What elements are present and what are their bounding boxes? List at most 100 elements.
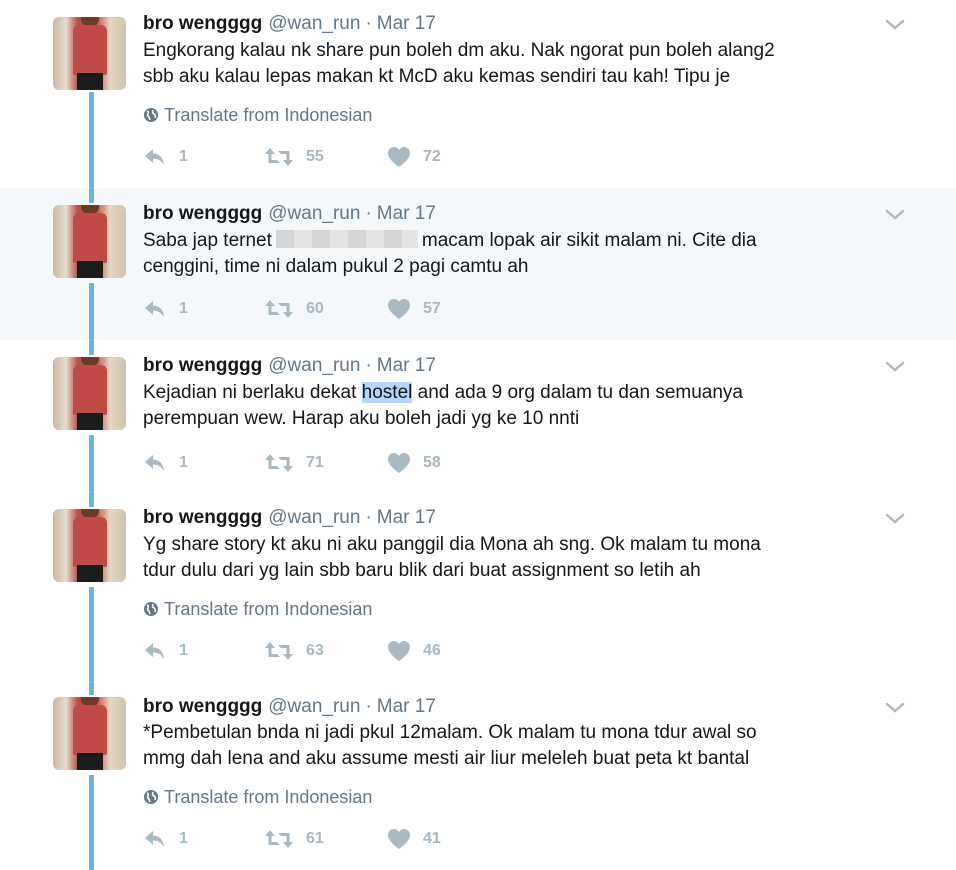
display-name[interactable]: bro wengggg — [143, 507, 262, 528]
globe-icon — [144, 108, 158, 122]
thread-connector — [89, 92, 94, 188]
retweet-count: 63 — [306, 642, 324, 659]
translate-link[interactable]: Translate from Indonesian — [143, 786, 372, 808]
avatar[interactable] — [53, 509, 126, 582]
tweet-actions: 1 63 46 — [143, 639, 543, 663]
tweet-text-line: tdur dulu dari yg lain sbb baru blik dar… — [143, 560, 701, 581]
reply-icon — [145, 301, 164, 317]
tweet-text-line: Kejadian ni berlaku dekat hostel and ada… — [143, 380, 843, 406]
reply-button[interactable]: 1 — [143, 639, 188, 663]
thread-connector — [89, 435, 94, 492]
translate-link[interactable]: Translate from Indonesian — [143, 104, 372, 126]
user-handle[interactable]: @wan_run — [268, 507, 360, 528]
like-count: 72 — [423, 148, 441, 165]
like-button[interactable]: 41 — [387, 827, 441, 851]
user-handle[interactable]: @wan_run — [268, 696, 360, 717]
tweet[interactable]: bro wengggg @wan_run · Mar 17 Yg share stor… — [0, 492, 956, 682]
tweet-text: *Pembetulan bnda ni jadi pkul 12malam. O… — [143, 720, 843, 772]
heart-icon — [388, 829, 410, 849]
tweet-header: bro wengggg @wan_run · Mar 17 — [143, 696, 436, 718]
tweet-text-segment: macam lopak air sikit malam ni. Cite dia — [421, 230, 757, 251]
like-count: 57 — [423, 300, 441, 317]
user-handle[interactable]: @wan_run — [268, 13, 360, 34]
display-name[interactable]: bro wengggg — [143, 696, 262, 717]
retweet-button[interactable]: 60 — [264, 297, 324, 321]
separator-dot: · — [365, 696, 372, 717]
separator-dot: · — [365, 203, 372, 224]
tweet-text-line: perempuan wew. Harap aku boleh jadi yg k… — [143, 408, 580, 429]
heart-icon — [388, 299, 410, 319]
tweet-text-line: Engkorang kalau nk share pun boleh dm ak… — [143, 40, 775, 61]
like-count: 58 — [423, 454, 441, 471]
display-name[interactable]: bro wengggg — [143, 355, 262, 376]
retweet-icon — [265, 148, 293, 166]
tweet[interactable]: bro wengggg @wan_run · Mar 17 *Pembetulan b… — [0, 682, 956, 870]
heart-icon — [388, 147, 410, 167]
tweet-text-segment: and ada 9 org dalam tu dan semuanya — [412, 382, 743, 403]
tweet-actions: 1 71 58 — [143, 451, 543, 475]
chevron-down-icon[interactable] — [884, 360, 906, 374]
separator-dot: · — [365, 13, 372, 34]
thread-connector — [89, 775, 94, 870]
retweet-button[interactable]: 61 — [264, 827, 324, 851]
retweet-button[interactable]: 71 — [264, 451, 324, 475]
reply-button[interactable]: 1 — [143, 451, 188, 475]
tweet[interactable]: bro wengggg @wan_run · Mar 17 Saba jap tern… — [0, 188, 956, 340]
tweet-text-line: mmg dah lena and aku assume mesti air li… — [143, 748, 750, 769]
tweet-header: bro wengggg @wan_run · Mar 17 — [143, 13, 436, 35]
tweet-date[interactable]: Mar 17 — [377, 13, 436, 34]
reply-icon — [145, 455, 164, 471]
tweet-actions: 1 55 72 — [143, 145, 543, 169]
avatar[interactable] — [53, 205, 126, 278]
thread-connector — [89, 340, 94, 355]
tweet-date[interactable]: Mar 17 — [377, 355, 436, 376]
tweet-date[interactable]: Mar 17 — [377, 696, 436, 717]
retweet-count: 55 — [306, 148, 324, 165]
chevron-down-icon[interactable] — [884, 18, 906, 32]
translate-label: Translate from Indonesian — [164, 787, 373, 807]
display-name[interactable]: bro wengggg — [143, 203, 262, 224]
chevron-down-icon[interactable] — [884, 701, 906, 715]
like-count: 41 — [423, 830, 441, 847]
like-button[interactable]: 57 — [387, 297, 441, 321]
heart-icon — [388, 453, 410, 473]
like-button[interactable]: 72 — [387, 145, 441, 169]
retweet-button[interactable]: 55 — [264, 145, 324, 169]
tweet-text: Saba jap ternet macam lopak air sikit mal… — [143, 228, 843, 280]
avatar[interactable] — [53, 697, 126, 770]
reply-count: 1 — [179, 148, 188, 165]
tweet-text-line: sbb aku kalau lepas makan kt McD aku kem… — [143, 66, 731, 87]
thread-connector — [89, 587, 94, 682]
tweet-text: Yg share story kt aku ni aku panggil dia… — [143, 532, 843, 584]
tweet[interactable]: bro wengggg @wan_run · Mar 17 Engkorang kal… — [0, 0, 956, 188]
tweet[interactable]: bro wengggg @wan_run · Mar 17 Kejadian ni b… — [0, 340, 956, 492]
retweet-button[interactable]: 63 — [264, 639, 324, 663]
retweet-count: 71 — [306, 454, 324, 471]
like-button[interactable]: 58 — [387, 451, 441, 475]
display-name[interactable]: bro wengggg — [143, 13, 262, 34]
retweet-icon — [265, 454, 293, 472]
tweet-date[interactable]: Mar 17 — [377, 203, 436, 224]
separator-dot: · — [365, 355, 372, 376]
translate-label: Translate from Indonesian — [164, 599, 373, 619]
avatar[interactable] — [53, 17, 126, 90]
reply-button[interactable]: 1 — [143, 827, 188, 851]
user-handle[interactable]: @wan_run — [268, 355, 360, 376]
chevron-down-icon[interactable] — [884, 208, 906, 222]
globe-icon — [144, 790, 158, 804]
like-button[interactable]: 46 — [387, 639, 441, 663]
reply-count: 1 — [179, 300, 188, 317]
reply-icon — [145, 831, 164, 847]
reply-button[interactable]: 1 — [143, 297, 188, 321]
reply-count: 1 — [179, 830, 188, 847]
user-handle[interactable]: @wan_run — [268, 203, 360, 224]
avatar[interactable] — [53, 357, 126, 430]
tweet-date[interactable]: Mar 17 — [377, 507, 436, 528]
thread-connector — [89, 188, 94, 203]
tweet-text-segment: Saba jap ternet — [143, 230, 272, 251]
tweet-header: bro wengggg @wan_run · Mar 17 — [143, 507, 436, 529]
chevron-down-icon[interactable] — [884, 512, 906, 526]
translate-link[interactable]: Translate from Indonesian — [143, 598, 372, 620]
selected-text: hostel — [361, 382, 413, 403]
reply-button[interactable]: 1 — [143, 145, 188, 169]
